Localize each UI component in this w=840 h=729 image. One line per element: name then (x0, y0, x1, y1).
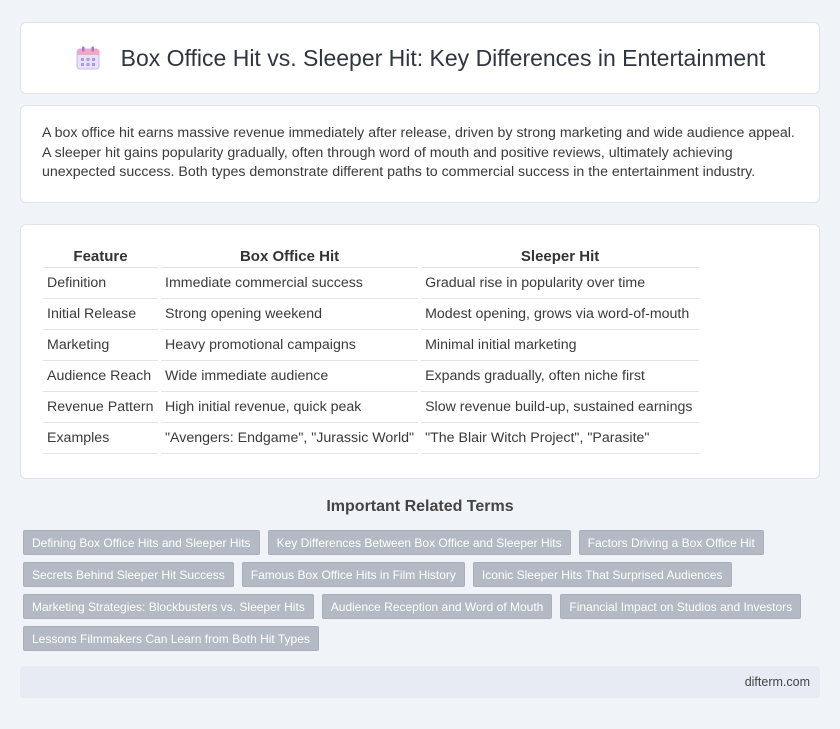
header-box-office-hit: Box Office Hit (161, 243, 419, 268)
header-card: Box Office Hit vs. Sleeper Hit: Key Diff… (20, 22, 820, 94)
row-box-office: High initial revenue, quick peak (161, 392, 419, 423)
related-term-link[interactable]: Secrets Behind Sleeper Hit Success (23, 562, 234, 587)
title-wrap: Box Office Hit vs. Sleeper Hit: Key Diff… (75, 44, 766, 72)
related-term-link[interactable]: Audience Reception and Word of Mouth (321, 594, 553, 619)
related-terms-list: Defining Box Office Hits and Sleeper Hit… (23, 530, 818, 651)
calendar-icon (75, 45, 101, 71)
table-row: Definition Immediate commercial success … (43, 268, 700, 299)
header-sleeper-hit: Sleeper Hit (421, 243, 700, 268)
table-row: Initial Release Strong opening weekend M… (43, 299, 700, 330)
row-feature: Audience Reach (43, 361, 158, 392)
site-name: difterm.com (744, 675, 810, 689)
related-term-link[interactable]: Marketing Strategies: Blockbusters vs. S… (23, 594, 314, 619)
page-title: Box Office Hit vs. Sleeper Hit: Key Diff… (120, 44, 766, 71)
intro-paragraph: A box office hit earns massive revenue i… (42, 125, 795, 180)
row-box-office: "Avengers: Endgame", "Jurassic World" (161, 423, 419, 454)
row-box-office: Heavy promotional campaigns (161, 330, 419, 361)
row-sleeper: Gradual rise in popularity over time (421, 268, 700, 299)
row-feature: Marketing (43, 330, 158, 361)
table-row: Revenue Pattern High initial revenue, qu… (43, 392, 700, 423)
row-feature: Revenue Pattern (43, 392, 158, 423)
related-term-link[interactable]: Iconic Sleeper Hits That Surprised Audie… (472, 562, 732, 587)
table-row: Examples "Avengers: Endgame", "Jurassic … (43, 423, 700, 454)
row-feature: Definition (43, 268, 158, 299)
row-sleeper: Minimal initial marketing (421, 330, 700, 361)
row-sleeper: Expands gradually, often niche first (421, 361, 700, 392)
comparison-card: Feature Box Office Hit Sleeper Hit Defin… (20, 224, 820, 479)
header-feature: Feature (43, 243, 158, 268)
row-feature: Initial Release (43, 299, 158, 330)
intro-card: A box office hit earns massive revenue i… (20, 105, 820, 203)
row-box-office: Strong opening weekend (161, 299, 419, 330)
related-term-link[interactable]: Lessons Filmmakers Can Learn from Both H… (23, 626, 319, 651)
row-feature: Examples (43, 423, 158, 454)
related-term-link[interactable]: Factors Driving a Box Office Hit (578, 530, 764, 555)
table-header-row: Feature Box Office Hit Sleeper Hit (43, 243, 700, 268)
related-term-link[interactable]: Famous Box Office Hits in Film History (241, 562, 465, 587)
related-terms-heading: Important Related Terms (326, 498, 514, 515)
row-sleeper: "The Blair Witch Project", "Parasite" (421, 423, 700, 454)
related-term-link[interactable]: Defining Box Office Hits and Sleeper Hit… (23, 530, 260, 555)
related-term-link[interactable]: Key Differences Between Box Office and S… (267, 530, 571, 555)
table-row: Marketing Heavy promotional campaigns Mi… (43, 330, 700, 361)
row-sleeper: Modest opening, grows via word-of-mouth (421, 299, 700, 330)
footer: difterm.com (20, 666, 820, 698)
row-box-office: Immediate commercial success (161, 268, 419, 299)
table-row: Audience Reach Wide immediate audience E… (43, 361, 700, 392)
row-sleeper: Slow revenue build-up, sustained earning… (421, 392, 700, 423)
related-term-link[interactable]: Financial Impact on Studios and Investor… (560, 594, 802, 619)
row-box-office: Wide immediate audience (161, 361, 419, 392)
comparison-table: Feature Box Office Hit Sleeper Hit Defin… (40, 243, 702, 454)
